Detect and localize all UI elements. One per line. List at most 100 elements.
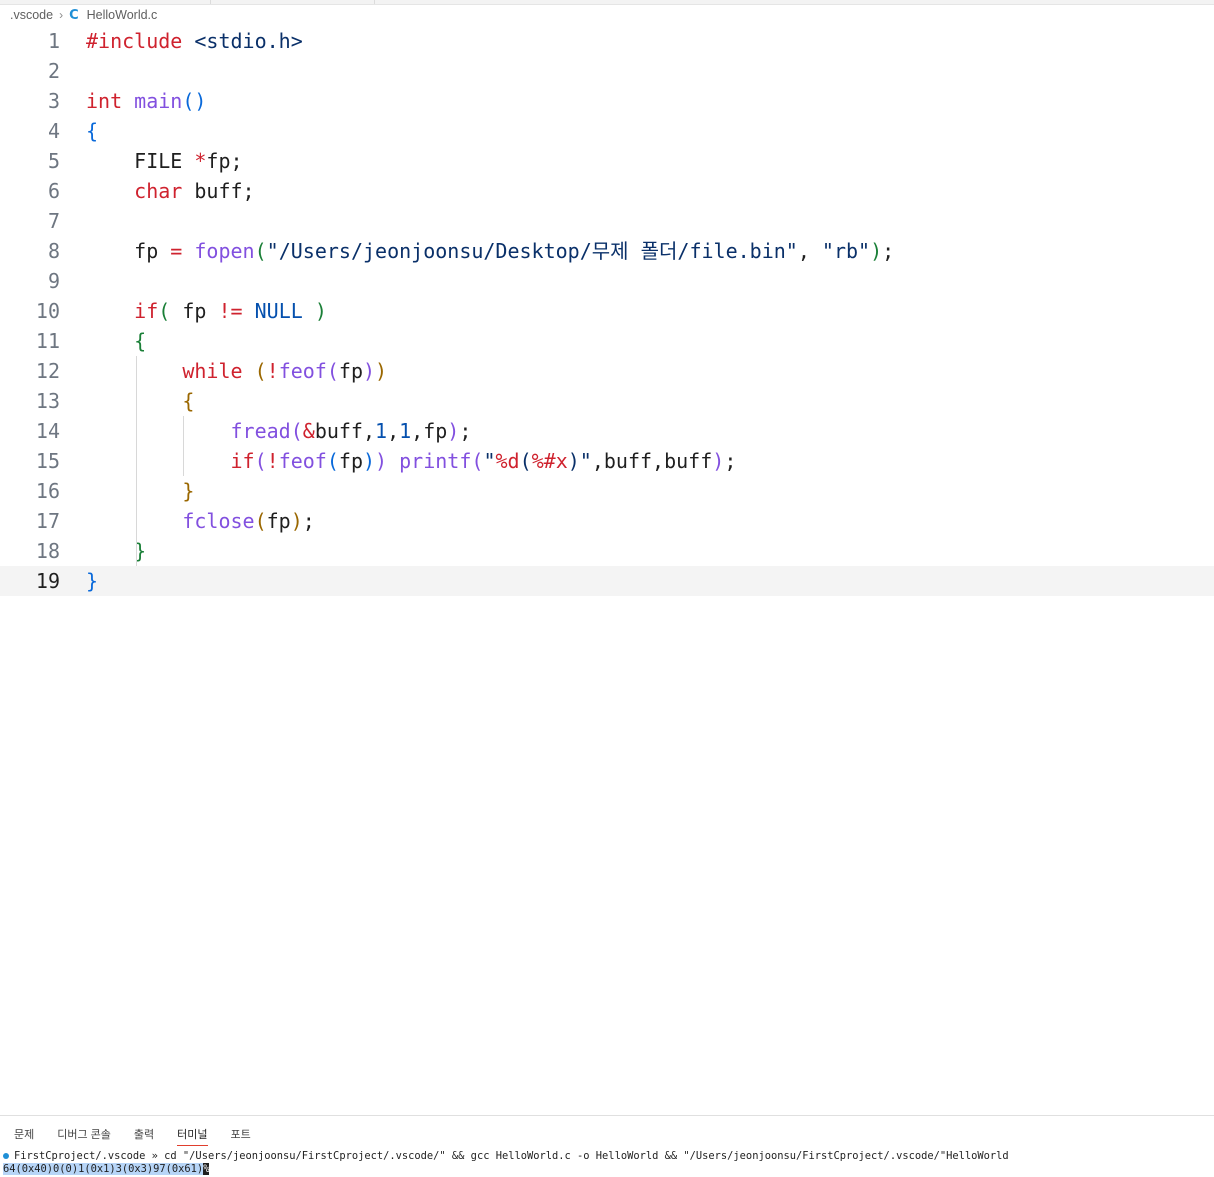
code-text: fclose(fp); [86, 506, 315, 536]
panel-tab[interactable]: 문제 [14, 1126, 34, 1146]
code-line[interactable]: 13 { [0, 386, 1214, 416]
code-token: } [182, 479, 195, 503]
code-token: main [134, 89, 183, 113]
line-number: 15 [35, 449, 60, 473]
panel-tab[interactable]: 터미널 [177, 1126, 208, 1146]
code-token: fopen [194, 239, 255, 263]
line-number: 14 [35, 419, 60, 443]
code-token: ; [459, 419, 472, 443]
code-token: fp [86, 239, 171, 263]
code-line[interactable]: 1 #include <stdio.h> [0, 26, 1214, 56]
line-number: 9 [47, 269, 60, 293]
code-line[interactable]: 9 [0, 266, 1214, 296]
code-token: ( [254, 449, 267, 473]
code-token: { [86, 119, 99, 143]
line-number: 19 [35, 569, 60, 593]
code-token: #include [86, 29, 183, 53]
code-token: ; [724, 449, 737, 473]
code-editor[interactable]: 1 #include <stdio.h> 2 3 int main() 4{5 FILE … [0, 26, 1214, 596]
code-token: ; [302, 509, 315, 533]
panel-tab[interactable]: 디버그 콘솔 [57, 1126, 111, 1146]
code-token: " [483, 449, 496, 473]
code-token: FILE [86, 149, 195, 173]
code-token: ) [712, 449, 725, 473]
indent-guide [136, 356, 137, 566]
code-line[interactable]: 19} [0, 566, 1214, 596]
code-text: } [86, 536, 146, 566]
terminal-command: cd "/Users/jeonjoonsu/FirstCproject/.vsc… [164, 1150, 1009, 1162]
code-token: = [170, 239, 183, 263]
code-token: * [194, 149, 207, 173]
code-text: FILE *fp; [86, 146, 243, 176]
code-token: ! [266, 359, 279, 383]
code-text: char buff; [86, 176, 255, 206]
line-number: 10 [35, 299, 60, 323]
code-token: 1 [375, 419, 388, 443]
line-number: 5 [47, 149, 60, 173]
line-number: 13 [35, 389, 60, 413]
code-token: ) [375, 449, 388, 473]
terminal-prompt-separator: » [145, 1150, 165, 1162]
code-token: int [86, 89, 123, 113]
code-line[interactable]: 3 int main() [0, 86, 1214, 116]
c-file-icon: C [69, 7, 79, 23]
breadcrumb-file[interactable]: HelloWorld.c [87, 8, 158, 22]
code-token: , [387, 419, 400, 443]
code-line[interactable]: 16 } [0, 476, 1214, 506]
code-line[interactable]: 17 fclose(fp); [0, 506, 1214, 536]
code-token: ( [290, 419, 303, 443]
code-token: ( [254, 359, 267, 383]
breadcrumb: .vscode › C HelloWorld.c [10, 6, 157, 24]
line-number: 17 [35, 509, 60, 533]
code-token: %#x [531, 449, 568, 473]
code-line[interactable]: 6 char buff; [0, 176, 1214, 206]
code-line[interactable]: 18 } [0, 536, 1214, 566]
code-token: fp [338, 359, 363, 383]
terminal-output-line[interactable]: 64(0x40)0(0)1(0x1)3(0x3)97(0x61)% [3, 1163, 210, 1175]
code-token: ,fp [411, 419, 448, 443]
code-token: != [218, 299, 243, 323]
line-number: 1 [47, 29, 60, 53]
tab-divider [210, 0, 211, 4]
code-line[interactable]: 4{ [0, 116, 1214, 146]
panel-tab[interactable]: 포트 [231, 1126, 251, 1146]
code-line[interactable]: 7 [0, 206, 1214, 236]
code-text: if( fp != NULL ) [86, 296, 327, 326]
code-token: ( [326, 449, 339, 473]
code-token: ) [870, 239, 883, 263]
code-line[interactable]: 8 fp = fopen("/Users/jeonjoonsu/Desktop/… [0, 236, 1214, 266]
code-token: printf [399, 449, 472, 473]
code-line[interactable]: 5 FILE *fp; [0, 146, 1214, 176]
breadcrumb-folder[interactable]: .vscode [10, 8, 53, 22]
code-token: ) [363, 359, 376, 383]
line-number: 7 [47, 209, 60, 233]
code-text: #include <stdio.h> [86, 26, 303, 56]
code-token: fp [266, 509, 291, 533]
line-number: 16 [35, 479, 60, 503]
line-number: 2 [47, 59, 60, 83]
code-token: fclose [182, 509, 255, 533]
panel-tab[interactable]: 출력 [134, 1126, 154, 1146]
code-token: fp [338, 449, 363, 473]
code-line[interactable]: 10 if( fp != NULL ) [0, 296, 1214, 326]
terminal-prompt-dir: FirstCproject/.vscode [14, 1150, 146, 1162]
terminal-command-line[interactable]: FirstCproject/.vscode » cd "/Users/jeonj… [3, 1150, 1009, 1162]
code-line[interactable]: 11 { [0, 326, 1214, 356]
code-line[interactable]: 2 [0, 56, 1214, 86]
code-token: buff; [182, 179, 255, 203]
code-text: { [86, 326, 146, 356]
code-token: ( [326, 359, 339, 383]
code-line[interactable]: 12 while (!feof(fp)) [0, 356, 1214, 386]
code-token: if [230, 449, 255, 473]
code-token: fp; [206, 149, 243, 173]
